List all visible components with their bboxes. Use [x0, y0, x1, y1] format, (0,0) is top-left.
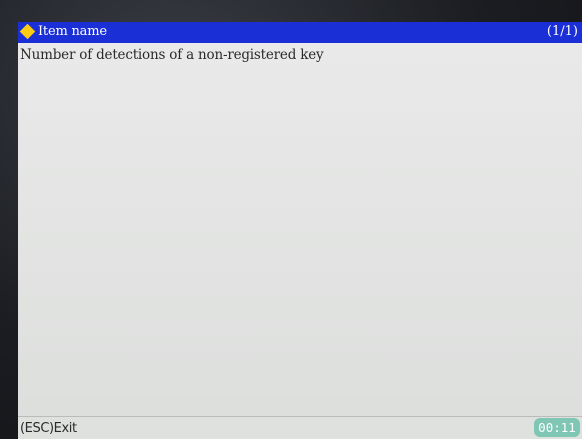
lcd-screen: Item name (1/1) Number of detections of … [18, 22, 582, 439]
item-description: Number of detections of a non-registered… [20, 47, 324, 63]
timer-badge: 00:11 [534, 418, 580, 437]
title-bar: Item name (1/1) [18, 22, 582, 43]
title-text: Item name [38, 24, 107, 39]
exit-button[interactable]: (ESC)Exit [20, 421, 77, 436]
footer-bar: (ESC)Exit 00:11 [18, 416, 582, 439]
diamond-icon [19, 23, 36, 40]
device-bezel: Item name (1/1) Number of detections of … [0, 0, 582, 439]
page-indicator: (1/1) [546, 24, 578, 39]
